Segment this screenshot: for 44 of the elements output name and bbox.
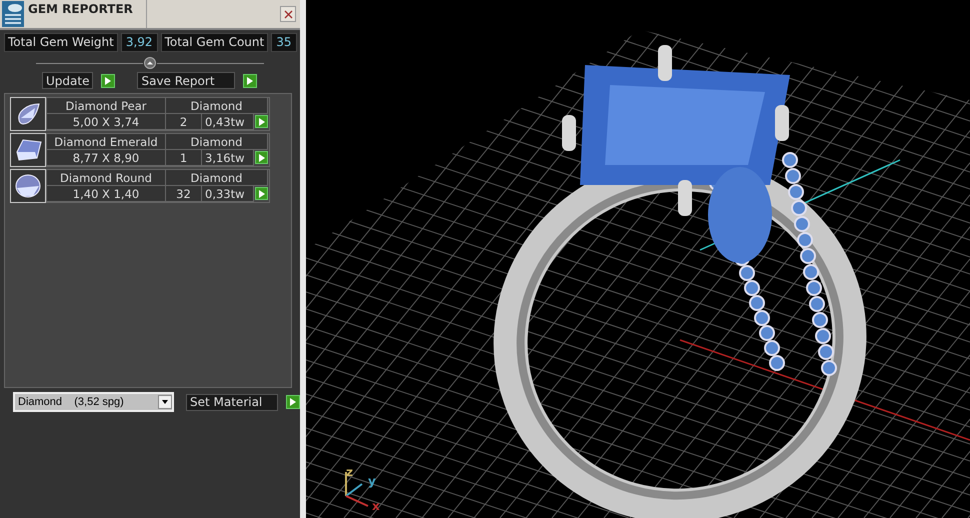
- gem-name-cell: Diamond Pear: [47, 98, 166, 114]
- caret-icon: [158, 395, 172, 409]
- axis-label: z: [346, 465, 353, 479]
- count-cell: 1: [166, 150, 202, 166]
- play-icon: [258, 190, 264, 198]
- total-value: 35: [271, 33, 297, 52]
- collapse-icon[interactable]: [144, 57, 156, 69]
- size-cell: 8,77 X 8,90: [47, 150, 166, 166]
- app-icon: [2, 1, 24, 27]
- weight-cell: 0,43tw: [202, 114, 254, 130]
- axis-label: y: [368, 474, 376, 488]
- material-dropdown[interactable]: Diamond (3,52 spg): [13, 392, 174, 412]
- material-cell: Diamond: [166, 170, 268, 186]
- action-button[interactable]: Save Report: [137, 72, 236, 89]
- total-label: Total Gem Count: [160, 33, 268, 52]
- count-cell: 2: [166, 114, 202, 130]
- gem-thumbnail: [10, 169, 46, 203]
- gem-name-cell: Diamond Emerald: [47, 134, 166, 150]
- count-cell: 32: [166, 186, 202, 202]
- weight-cell: 3,16tw: [202, 150, 254, 166]
- 3d-viewport[interactable]: z y x: [306, 0, 970, 518]
- weight-cell: 0,33tw: [202, 186, 254, 202]
- total-label: Total Gem Weight: [4, 33, 118, 52]
- close-icon: [284, 10, 292, 18]
- size-cell: 5,00 X 3,74: [47, 114, 166, 130]
- gem-thumbnail: [10, 97, 46, 131]
- go-button[interactable]: [101, 74, 116, 88]
- close-button[interactable]: [280, 6, 296, 22]
- go-button[interactable]: [243, 74, 258, 88]
- material-cell: Diamond: [166, 134, 268, 150]
- window-title: GEM REPORTER: [28, 0, 147, 28]
- action-button[interactable]: Update: [42, 72, 94, 89]
- play-icon: [258, 118, 264, 126]
- total-value: 3,92: [120, 33, 158, 52]
- gem-thumbnail: [10, 133, 46, 167]
- play-icon: [258, 154, 264, 162]
- size-cell: 1,40 X 1,40: [47, 186, 166, 202]
- gem-name-cell: Diamond Round: [47, 170, 166, 186]
- play-icon: [105, 76, 112, 84]
- material-cell: Diamond: [166, 98, 268, 114]
- play-icon: [247, 76, 254, 84]
- axis-label: x: [372, 499, 380, 513]
- play-icon: [290, 398, 296, 406]
- set-material-button[interactable]: Set Material: [186, 394, 278, 410]
